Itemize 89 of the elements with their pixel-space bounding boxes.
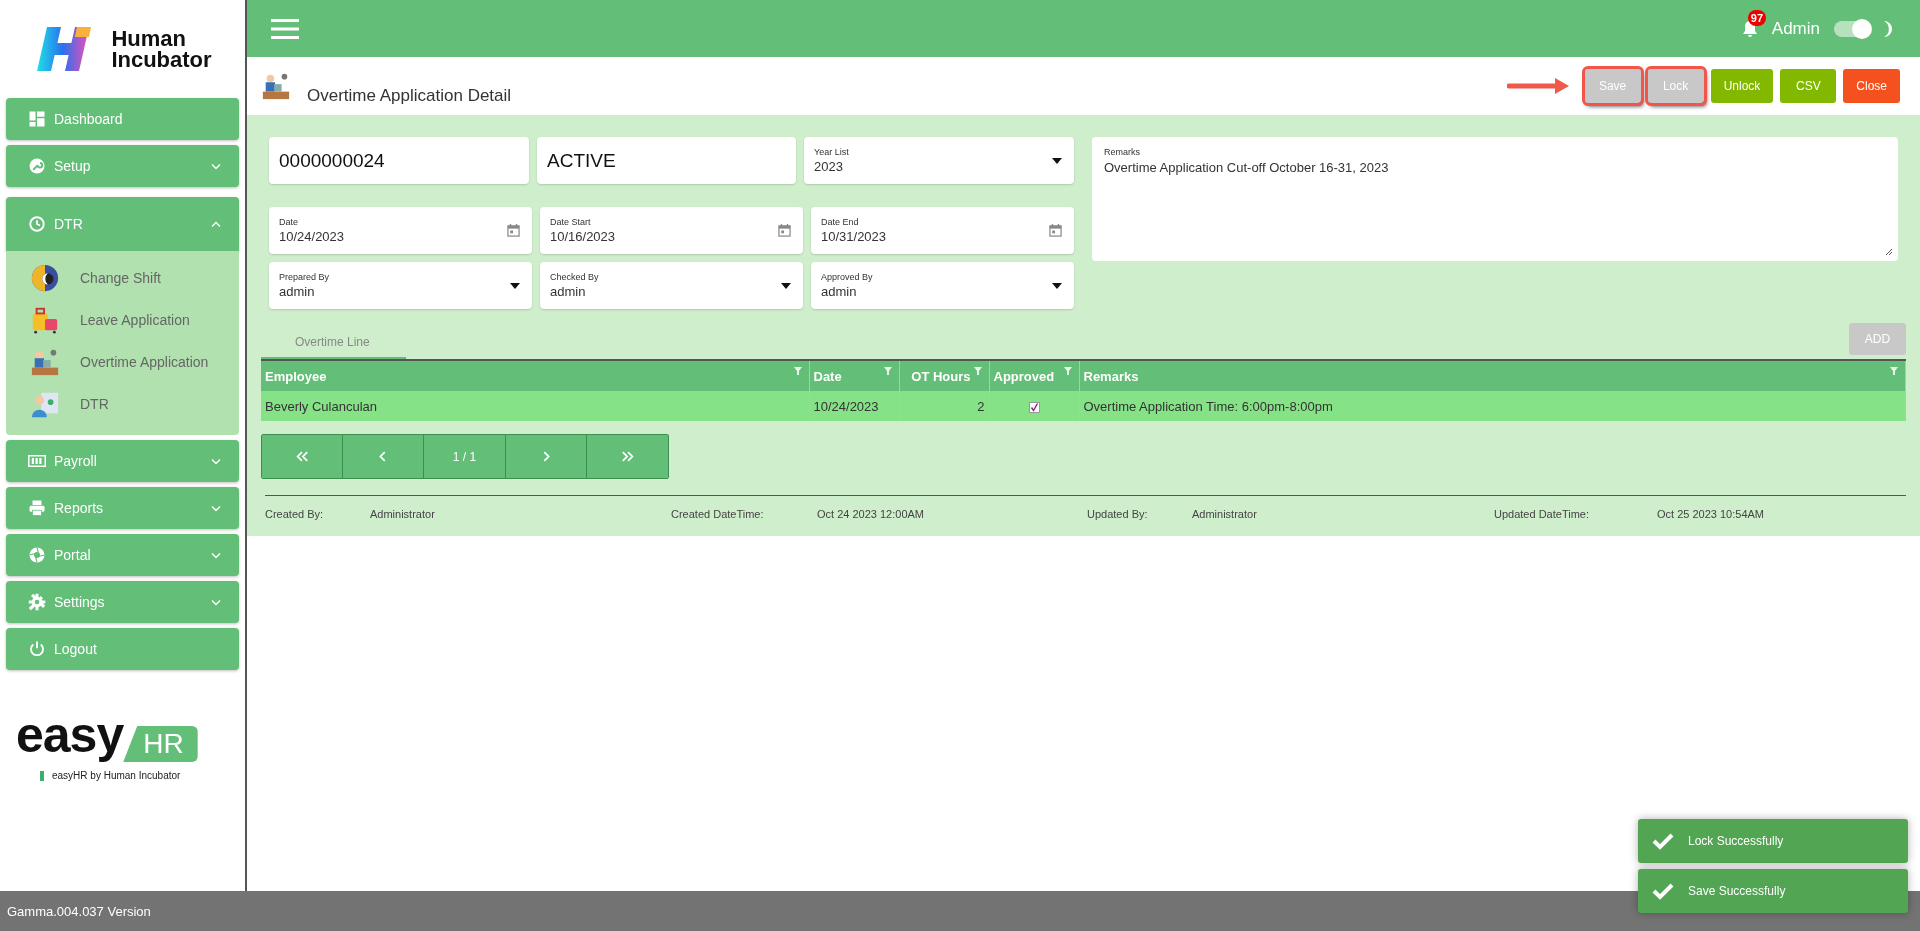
filter-icon[interactable] — [793, 367, 802, 375]
audit-label: Updated By: — [1087, 508, 1149, 520]
input-field[interactable]: ACTIVE — [537, 137, 796, 184]
double-chevron-left-icon — [295, 451, 309, 462]
sidebar-item[interactable]: Setup — [6, 145, 239, 187]
power-icon — [28, 640, 46, 658]
chevron-icon — [211, 220, 221, 228]
chevron-icon — [211, 551, 221, 559]
audit-label: Created DateTime: — [671, 508, 765, 520]
dropdown-field[interactable]: Prepared By admin — [269, 262, 532, 309]
dropdown-field[interactable]: Approved By admin — [811, 262, 1074, 309]
table-cell: 2 — [899, 391, 989, 421]
date-field[interactable]: Date End 10/31/2023 — [811, 207, 1074, 254]
audit-label: Updated DateTime: — [1494, 508, 1590, 520]
cash-icon — [28, 452, 46, 470]
aperture-icon — [28, 546, 46, 564]
check-icon — [1652, 832, 1674, 850]
theme-toggle[interactable] — [1834, 20, 1870, 37]
caret-icon — [1052, 282, 1062, 289]
caret-icon — [510, 282, 520, 289]
dashboard-icon — [28, 110, 46, 128]
table-cell: Overtime Application Time: 6:00pm-8:00pm — [1079, 391, 1906, 421]
column-header[interactable]: Date — [809, 360, 899, 391]
printer-icon — [28, 499, 46, 517]
toolbar-button[interactable]: Unlock — [1710, 69, 1774, 103]
sidebar-item[interactable]: Settings — [6, 581, 239, 623]
sidebar-item[interactable]: Logout — [6, 628, 239, 670]
filter-icon[interactable] — [1063, 367, 1072, 375]
toast-message: Lock Successfully — [1688, 834, 1784, 848]
date-field[interactable]: Date 10/24/2023 — [269, 207, 532, 254]
accent-bar — [40, 770, 44, 781]
sidebar-item[interactable]: Portal — [6, 534, 239, 576]
caret-icon — [1052, 157, 1062, 164]
sidebar-item[interactable]: DTR — [6, 197, 239, 251]
filter-icon[interactable] — [973, 367, 982, 375]
audit-label: Created By: — [265, 508, 325, 520]
submenu-item[interactable]: Leave Application — [6, 303, 239, 337]
submenu-item[interactable]: Overtime Application — [6, 345, 239, 379]
toast-message: Save Successfully — [1688, 884, 1786, 898]
notification-badge: 97 — [1747, 9, 1767, 26]
column-header[interactable]: Employee — [261, 360, 809, 391]
logo-tag: HR — [123, 726, 198, 762]
version-text: Gamma.004.037 Version — [7, 903, 151, 919]
calendar-icon — [507, 224, 520, 237]
audit-value: Administrator — [1192, 508, 1258, 520]
logo-tagline: easyHR by Human Incubator — [52, 770, 181, 781]
chevron-icon — [211, 504, 221, 512]
page-indicator: 1 / 1 — [424, 435, 506, 478]
logo-wordmark: easy — [16, 706, 124, 764]
calendar-icon — [1049, 224, 1062, 237]
remarks-field[interactable]: Remarks Overtime Application Cut-off October 16-31, 2023 — [1092, 137, 1898, 261]
filter-icon[interactable] — [883, 367, 892, 375]
first-page-button[interactable] — [262, 435, 343, 478]
audit-value: Oct 24 2023 12:00AM — [817, 508, 925, 520]
user-name[interactable]: Admin — [1771, 18, 1820, 39]
settings-icon — [28, 593, 46, 611]
column-header[interactable]: Remarks — [1079, 360, 1906, 391]
sidebar-item[interactable]: Reports — [6, 487, 239, 529]
caret-icon — [781, 282, 791, 289]
table-cell: Beverly Culanculan — [261, 391, 809, 421]
toolbar-button[interactable]: CSV — [1780, 69, 1837, 103]
audit-value: Administrator — [370, 508, 436, 520]
clock-icon — [28, 215, 46, 233]
input-field[interactable]: 0000000024 — [269, 137, 529, 184]
date-field[interactable]: Date Start 10/16/2023 — [540, 207, 803, 254]
audit-value: Oct 25 2023 10:54AM — [1657, 508, 1765, 520]
check-icon — [1652, 882, 1674, 900]
table-cell: 10/24/2023 — [809, 391, 899, 421]
toolbar-button[interactable]: Close — [1843, 69, 1900, 103]
tab[interactable]: Overtime Line — [261, 327, 406, 359]
submenu-item[interactable]: Change Shift — [6, 261, 239, 295]
dropdown-field[interactable]: Checked By admin — [540, 262, 803, 309]
resize-handle-icon[interactable] — [1885, 248, 1893, 256]
chevron-icon — [211, 457, 221, 465]
submenu-item[interactable]: DTR — [6, 387, 239, 421]
column-header[interactable]: OT Hours — [899, 360, 989, 391]
calendar-icon — [778, 224, 791, 237]
sidebar-item[interactable]: Payroll — [6, 440, 239, 482]
column-header[interactable]: Approved — [989, 360, 1079, 391]
chevron-icon — [211, 162, 221, 170]
page-title: Overtime Application Detail — [307, 86, 512, 106]
brand-name: Human Incubator — [111, 28, 212, 70]
last-page-button[interactable] — [587, 435, 668, 478]
sidebar-item[interactable]: Dashboard — [6, 98, 239, 140]
checkbox[interactable] — [1028, 401, 1040, 413]
double-chevron-right-icon — [620, 451, 635, 462]
filter-icon[interactable] — [1890, 367, 1898, 375]
dropdown-field[interactable]: Year List 2023 — [804, 137, 1074, 184]
chevron-icon — [211, 598, 221, 606]
